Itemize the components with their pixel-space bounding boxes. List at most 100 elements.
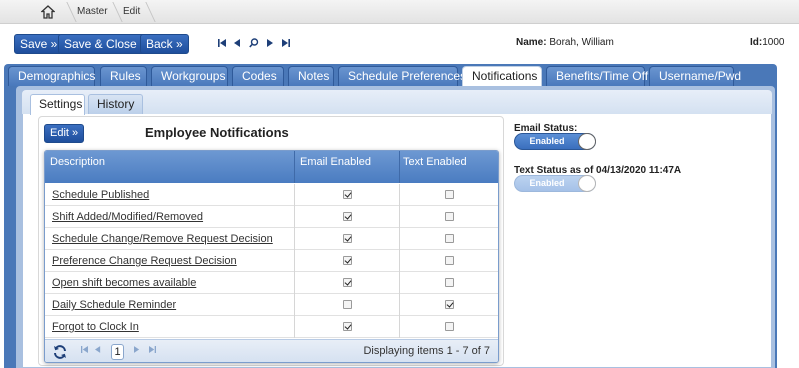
email-enabled-checkbox[interactable] bbox=[343, 234, 352, 243]
row-text-cell bbox=[400, 294, 498, 316]
back-button[interactable]: Back » bbox=[140, 34, 189, 54]
text-enabled-checkbox[interactable] bbox=[445, 278, 454, 287]
row-email-cell bbox=[295, 250, 400, 272]
tab-rules[interactable]: Rules bbox=[100, 66, 147, 86]
table-row: Open shift becomes available bbox=[45, 272, 498, 294]
search-icon[interactable] bbox=[249, 38, 259, 48]
row-text-cell bbox=[400, 316, 498, 338]
notification-link[interactable]: Daily Schedule Reminder bbox=[52, 299, 176, 311]
text-status-value: Enabled bbox=[529, 178, 565, 188]
column-header-description[interactable]: Description bbox=[45, 151, 295, 183]
row-description-cell: Shift Added/Modified/Removed bbox=[45, 206, 295, 228]
next-page-icon[interactable] bbox=[134, 346, 140, 353]
pager-info: Displaying items 1 - 7 of 7 bbox=[363, 345, 490, 357]
employee-name: Name: Borah, William bbox=[516, 37, 614, 48]
grid-header: Description Email Enabled Text Enabled bbox=[45, 151, 498, 183]
row-description-cell: Preference Change Request Decision bbox=[45, 250, 295, 272]
text-enabled-checkbox[interactable] bbox=[445, 190, 454, 199]
email-enabled-checkbox[interactable] bbox=[343, 322, 352, 331]
tab-demographics[interactable]: Demographics bbox=[8, 66, 95, 86]
breadcrumb: Master Edit bbox=[0, 0, 799, 24]
row-description-cell: Schedule Published bbox=[45, 184, 295, 206]
email-enabled-checkbox[interactable] bbox=[343, 278, 352, 287]
toolbar: Save » Save & Close » Back » Name: Borah… bbox=[0, 25, 799, 65]
table-row: Preference Change Request Decision bbox=[45, 250, 498, 272]
save-close-button[interactable]: Save & Close » bbox=[58, 34, 153, 54]
email-status-toggle[interactable]: Enabled bbox=[514, 133, 596, 150]
tab-notes[interactable]: Notes bbox=[288, 66, 334, 86]
refresh-icon[interactable] bbox=[52, 344, 68, 360]
notification-link[interactable]: Preference Change Request Decision bbox=[52, 255, 237, 267]
subtab-history[interactable]: History bbox=[88, 94, 143, 114]
email-enabled-checkbox[interactable] bbox=[343, 256, 352, 265]
save-button[interactable]: Save » bbox=[14, 34, 64, 54]
email-status-value: Enabled bbox=[529, 136, 565, 146]
column-header-email-enabled[interactable]: Email Enabled bbox=[295, 151, 400, 183]
row-email-cell bbox=[295, 272, 400, 294]
notification-link[interactable]: Open shift becomes available bbox=[52, 277, 196, 289]
tab-notifications[interactable]: Notifications bbox=[462, 66, 542, 88]
previous-record-icon[interactable] bbox=[234, 39, 241, 47]
last-record-icon[interactable] bbox=[282, 39, 290, 47]
row-description-cell: Daily Schedule Reminder bbox=[45, 294, 295, 316]
current-page[interactable]: 1 bbox=[111, 344, 124, 360]
id-label: Id: bbox=[750, 37, 763, 48]
table-row: Schedule Published bbox=[45, 184, 498, 206]
tab-codes[interactable]: Codes bbox=[232, 66, 284, 86]
row-description-cell: Forgot to Clock In bbox=[45, 316, 295, 338]
notification-link[interactable]: Schedule Change/Remove Request Decision bbox=[52, 233, 273, 245]
notification-link[interactable]: Shift Added/Modified/Removed bbox=[52, 211, 203, 223]
tab-schedule-preferences[interactable]: Schedule Preferences bbox=[338, 66, 466, 86]
notification-link[interactable]: Schedule Published bbox=[52, 189, 149, 201]
row-text-cell bbox=[400, 228, 498, 250]
row-text-cell bbox=[400, 250, 498, 272]
first-page-icon[interactable] bbox=[81, 346, 88, 353]
table-row: Schedule Change/Remove Request Decision bbox=[45, 228, 498, 250]
toggle-knob bbox=[578, 133, 596, 150]
tab-username-pwd[interactable]: Username/Pwd bbox=[649, 66, 741, 86]
id-value: 1000 bbox=[762, 37, 785, 48]
table-row: Daily Schedule Reminder bbox=[45, 294, 498, 316]
tab-workgroups[interactable]: Workgroups bbox=[151, 66, 228, 86]
subtab-settings[interactable]: Settings bbox=[30, 94, 85, 115]
row-text-cell bbox=[400, 184, 498, 206]
employee-id: Id:1000 bbox=[750, 37, 784, 48]
email-enabled-checkbox[interactable] bbox=[343, 190, 352, 199]
row-text-cell bbox=[400, 206, 498, 228]
column-header-text-enabled[interactable]: Text Enabled bbox=[400, 151, 498, 183]
last-page-icon[interactable] bbox=[149, 346, 156, 353]
email-enabled-checkbox[interactable] bbox=[343, 212, 352, 221]
row-description-cell: Open shift becomes available bbox=[45, 272, 295, 294]
email-enabled-checkbox[interactable] bbox=[343, 300, 352, 309]
edit-button[interactable]: Edit » bbox=[44, 124, 85, 143]
row-email-cell bbox=[295, 206, 400, 228]
text-enabled-checkbox[interactable] bbox=[445, 322, 454, 331]
previous-page-icon[interactable] bbox=[95, 346, 101, 353]
row-email-cell bbox=[295, 228, 400, 250]
text-status-toggle: Enabled bbox=[514, 175, 596, 192]
record-navigation bbox=[218, 38, 290, 48]
row-description-cell: Schedule Change/Remove Request Decision bbox=[45, 228, 295, 250]
first-record-icon[interactable] bbox=[218, 39, 226, 47]
grid-pager: 1 Displaying items 1 - 7 of 7 bbox=[45, 339, 498, 362]
pager-forward-nav bbox=[134, 346, 156, 353]
table-row: Forgot to Clock In bbox=[45, 316, 498, 338]
next-record-icon[interactable] bbox=[267, 39, 274, 47]
name-label: Name: bbox=[516, 37, 547, 48]
row-email-cell bbox=[295, 184, 400, 206]
name-value: Borah, William bbox=[549, 37, 614, 48]
tab-benefits-time-off[interactable]: Benefits/Time Off bbox=[546, 66, 648, 86]
text-enabled-checkbox[interactable] bbox=[445, 212, 454, 221]
pager-back-nav bbox=[81, 346, 101, 353]
row-email-cell bbox=[295, 316, 400, 338]
toggle-knob bbox=[578, 175, 596, 192]
notification-link[interactable]: Forgot to Clock In bbox=[52, 321, 139, 333]
text-enabled-checkbox[interactable] bbox=[445, 234, 454, 243]
notifications-grid: Description Email Enabled Text Enabled S… bbox=[44, 150, 499, 363]
row-email-cell bbox=[295, 294, 400, 316]
row-text-cell bbox=[400, 272, 498, 294]
table-row: Shift Added/Modified/Removed bbox=[45, 206, 498, 228]
panel-title: Employee Notifications bbox=[145, 125, 289, 140]
text-enabled-checkbox[interactable] bbox=[445, 300, 454, 309]
text-enabled-checkbox[interactable] bbox=[445, 256, 454, 265]
